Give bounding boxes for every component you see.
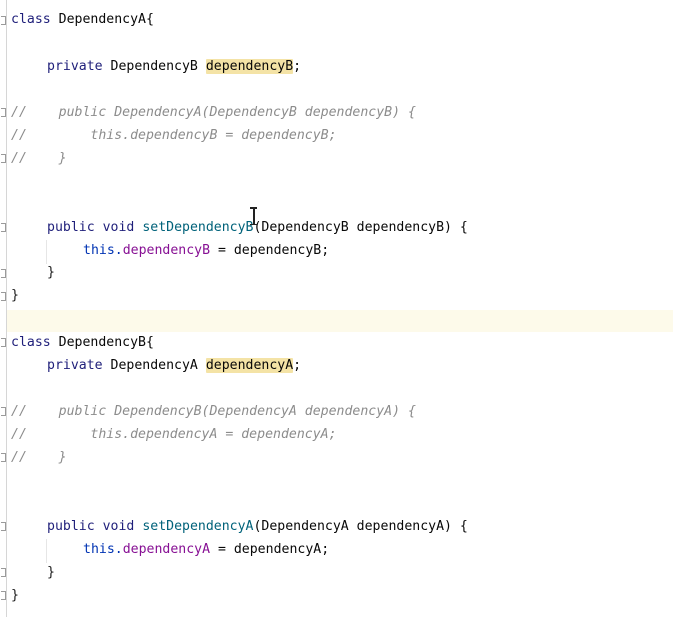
class-name: DependencyB{ <box>58 335 154 350</box>
fold-marker-icon[interactable] <box>1 154 6 163</box>
comment-line[interactable]: // public DependencyB(DependencyA depend… <box>11 402 416 422</box>
class-name: DependencyA{ <box>58 12 154 27</box>
semicolon: ; <box>293 59 302 74</box>
fold-marker-icon[interactable] <box>1 568 6 577</box>
field-name-highlighted: dependencyB <box>205 59 294 74</box>
semicolon: ; <box>293 358 302 373</box>
code-editor[interactable]: class DependencyA{ private DependencyB d… <box>0 0 673 617</box>
void-keyword: void <box>102 220 135 235</box>
this-keyword: this. <box>83 243 123 258</box>
assignment-rest: = dependencyB; <box>210 243 330 258</box>
assignment-rest: = dependencyA; <box>210 542 330 557</box>
comment-line[interactable]: // public DependencyA(DependencyB depend… <box>11 103 416 123</box>
indent-guide <box>46 539 47 563</box>
code-line-field-decl[interactable]: private DependencyA dependencyA; <box>47 356 301 376</box>
current-line-highlight <box>7 310 673 332</box>
fold-marker-icon[interactable] <box>1 16 6 25</box>
class-close-brace[interactable]: } <box>11 586 19 606</box>
class-close-brace[interactable]: } <box>11 286 19 306</box>
field-reference: dependencyA <box>122 542 211 557</box>
method-name: setDependencyB <box>142 220 254 235</box>
code-line-setter-decl[interactable]: public void setDependencyA(DependencyA d… <box>47 517 468 537</box>
comment-line[interactable]: // this.dependencyB = dependencyB; <box>11 126 337 146</box>
class-keyword: class <box>11 12 51 27</box>
fold-marker-icon[interactable] <box>1 407 6 416</box>
fold-marker-icon[interactable] <box>1 292 6 301</box>
fold-marker-icon[interactable] <box>1 453 6 462</box>
indent-guide <box>46 240 47 264</box>
public-keyword: public <box>47 220 95 235</box>
comment-line[interactable]: // } <box>11 448 67 468</box>
comment-line[interactable]: // this.dependencyA = dependencyA; <box>11 425 337 445</box>
fold-marker-icon[interactable] <box>1 591 6 600</box>
public-keyword: public <box>47 519 95 534</box>
fold-marker-icon[interactable] <box>1 223 6 232</box>
field-type: DependencyA <box>110 358 198 373</box>
this-keyword: this. <box>83 542 123 557</box>
comment-line[interactable]: // } <box>11 149 67 169</box>
method-params: (DependencyB dependencyB) { <box>253 220 468 235</box>
code-line-assignment[interactable]: this.dependencyA = dependencyA; <box>83 540 329 560</box>
modifier-keyword: private <box>47 59 103 74</box>
fold-marker-icon[interactable] <box>1 269 6 278</box>
code-line-class-a-decl[interactable]: class DependencyA{ <box>11 10 154 30</box>
code-line-assignment[interactable]: this.dependencyB = dependencyB; <box>83 241 329 261</box>
void-keyword: void <box>102 519 135 534</box>
class-keyword: class <box>11 335 51 350</box>
modifier-keyword: private <box>47 358 103 373</box>
method-close-brace[interactable]: } <box>47 263 55 283</box>
field-reference: dependencyB <box>122 243 211 258</box>
fold-marker-icon[interactable] <box>1 108 6 117</box>
method-close-brace[interactable]: } <box>47 563 55 583</box>
code-line-field-decl[interactable]: private DependencyB dependencyB; <box>47 57 301 77</box>
method-name: setDependencyA <box>142 519 254 534</box>
text-cursor-icon <box>249 207 258 225</box>
field-type: DependencyB <box>110 59 198 74</box>
fold-marker-icon[interactable] <box>1 338 6 347</box>
code-line-class-b-decl[interactable]: class DependencyB{ <box>11 333 154 353</box>
fold-marker-icon[interactable] <box>1 522 6 531</box>
field-name-highlighted: dependencyA <box>205 358 294 373</box>
method-params: (DependencyA dependencyA) { <box>253 519 468 534</box>
